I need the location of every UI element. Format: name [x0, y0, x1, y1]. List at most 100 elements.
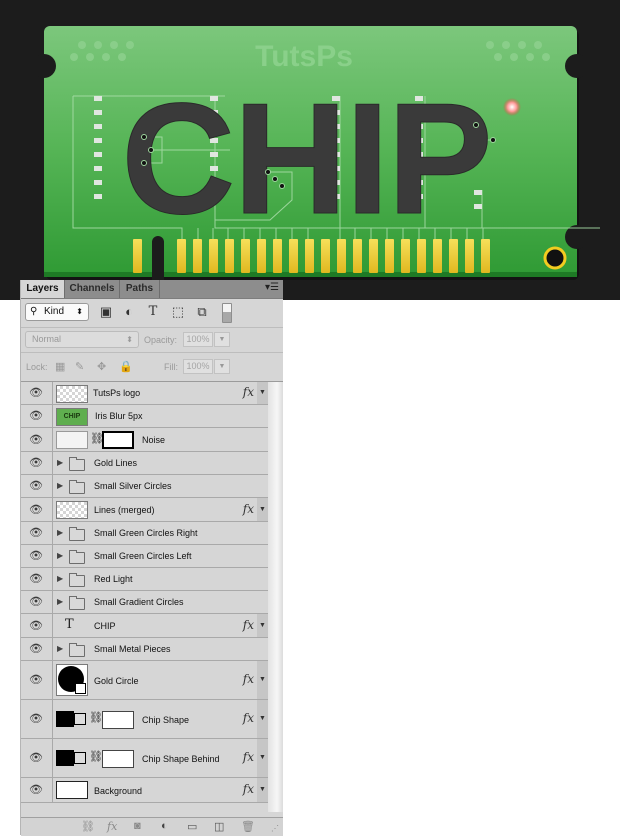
tab-channels[interactable]: Channels — [65, 280, 120, 298]
new-group-icon[interactable]: ▭ — [187, 820, 197, 833]
new-layer-icon[interactable]: ◫ — [214, 820, 224, 833]
pixel-layer-filter-icon[interactable]: ▣ — [98, 304, 114, 320]
add-mask-icon[interactable]: ◙ — [134, 820, 141, 832]
fx-icon[interactable]: fx — [243, 672, 254, 686]
fx-icon[interactable]: fx — [243, 782, 254, 796]
new-adjustment-icon[interactable]: ◐ — [161, 820, 168, 832]
layer-row[interactable]: 👁 ⛓ Chip Shape fx ▼ — [21, 700, 268, 739]
expand-triangle-icon[interactable]: ▶ — [57, 597, 63, 606]
expand-triangle-icon[interactable]: ▶ — [57, 574, 63, 583]
layer-row[interactable]: 👁 ⛓ Noise — [21, 428, 268, 452]
layer-mask-thumbnail[interactable] — [102, 750, 134, 768]
kind-filter-select[interactable]: ⚲ Kind ⬍ — [25, 303, 89, 321]
expand-effects-icon[interactable]: ▼ — [257, 700, 268, 738]
layer-group-row[interactable]: 👁 ▶ Small Green Circles Right — [21, 522, 268, 545]
layer-mask-thumbnail[interactable] — [102, 431, 134, 449]
fx-icon[interactable]: fx — [243, 385, 254, 399]
visibility-eye-icon[interactable]: 👁 — [27, 619, 45, 632]
fx-icon[interactable]: fx — [243, 750, 254, 764]
layer-row[interactable]: 👁 Gold Circle fx ▼ — [21, 661, 268, 700]
opacity-label: Opacity: — [144, 335, 178, 345]
expand-effects-icon[interactable]: ▼ — [257, 382, 268, 404]
stepper-arrows-icon: ⬍ — [126, 335, 133, 344]
expand-effects-icon[interactable]: ▼ — [257, 739, 268, 777]
blend-mode-select[interactable]: Normal ⬍ — [25, 331, 139, 348]
layer-row[interactable]: 👁 CHIP Iris Blur 5px — [21, 405, 268, 428]
layer-name: CHIP — [94, 621, 116, 631]
type-layer-icon: T — [65, 617, 74, 632]
link-icon[interactable]: ⛓ — [89, 711, 103, 724]
fx-icon[interactable]: fx — [243, 711, 254, 725]
expand-triangle-icon[interactable]: ▶ — [57, 528, 63, 537]
notch-right-bottom — [565, 225, 589, 249]
visibility-eye-icon[interactable]: 👁 — [27, 479, 45, 492]
visibility-eye-icon[interactable]: 👁 — [27, 503, 45, 516]
layer-mask-thumbnail[interactable] — [102, 711, 134, 729]
tab-paths[interactable]: Paths — [120, 280, 160, 298]
lock-position-icon[interactable]: ✥ — [97, 360, 106, 373]
expand-triangle-icon[interactable]: ▶ — [57, 481, 63, 490]
layer-group-row[interactable]: 👁 ▶ Small Green Circles Left — [21, 545, 268, 568]
layer-group-row[interactable]: 👁 ▶ Gold Lines — [21, 452, 268, 475]
layer-row[interactable]: 👁 Background fx ▼ — [21, 778, 268, 803]
folder-icon — [69, 480, 85, 494]
shape-layer-filter-icon[interactable]: ⬚ — [170, 304, 186, 320]
fx-icon[interactable]: fx — [243, 502, 254, 516]
layer-group-row[interactable]: 👁 ▶ Red Light — [21, 568, 268, 591]
adjustment-layer-filter-icon[interactable]: ◐ — [121, 304, 137, 320]
visibility-eye-icon[interactable]: 👁 — [27, 456, 45, 469]
visibility-eye-icon[interactable]: 👁 — [27, 595, 45, 608]
visibility-eye-icon[interactable]: 👁 — [27, 433, 45, 446]
fill-field[interactable]: 100% — [183, 359, 213, 374]
type-layer-filter-icon[interactable]: T — [145, 304, 161, 320]
visibility-eye-icon[interactable]: 👁 — [27, 409, 45, 422]
visibility-eye-icon[interactable]: 👁 — [27, 751, 45, 764]
layer-group-row[interactable]: 👁 ▶ Small Gradient Circles — [21, 591, 268, 614]
layer-name: TutsPs logo — [93, 388, 141, 398]
filter-toggle[interactable] — [222, 303, 232, 323]
lock-transparent-icon[interactable]: ▦ — [55, 360, 65, 373]
layer-row[interactable]: 👁 TutsPs logo fx ▼ — [21, 382, 268, 405]
delete-layer-icon[interactable]: 🗑 — [241, 820, 255, 833]
visibility-eye-icon[interactable]: 👁 — [27, 783, 45, 796]
visibility-eye-icon[interactable]: 👁 — [27, 712, 45, 725]
expand-triangle-icon[interactable]: ▶ — [57, 644, 63, 653]
expand-effects-icon[interactable]: ▼ — [257, 498, 268, 521]
visibility-eye-icon[interactable]: 👁 — [27, 673, 45, 686]
folder-icon — [69, 643, 85, 657]
expand-triangle-icon[interactable]: ▶ — [57, 458, 63, 467]
opacity-field[interactable]: 100% — [183, 332, 213, 347]
tab-layers[interactable]: Layers — [21, 280, 65, 298]
visibility-eye-icon[interactable]: 👁 — [27, 572, 45, 585]
visibility-eye-icon[interactable]: 👁 — [27, 642, 45, 655]
fill-label: Fill: — [164, 362, 178, 372]
layer-row[interactable]: 👁 Lines (merged) fx ▼ — [21, 498, 268, 522]
opacity-dropdown[interactable]: ▼ — [214, 332, 230, 347]
expand-triangle-icon[interactable]: ▶ — [57, 551, 63, 560]
visibility-eye-icon[interactable]: 👁 — [27, 526, 45, 539]
lock-image-icon[interactable]: ✎ — [75, 360, 84, 373]
fill-dropdown[interactable]: ▼ — [214, 359, 230, 374]
add-style-icon[interactable]: fx — [107, 820, 117, 833]
layer-row[interactable]: 👁 T CHIP fx ▼ — [21, 614, 268, 638]
link-icon[interactable]: ⛓ — [89, 750, 103, 763]
fx-icon[interactable]: fx — [243, 618, 254, 632]
gold-circle — [543, 246, 567, 270]
layer-group-row[interactable]: 👁 ▶ Small Metal Pieces — [21, 638, 268, 661]
link-layers-icon[interactable]: ⛓ — [81, 820, 95, 833]
visibility-eye-icon[interactable]: 👁 — [27, 549, 45, 562]
visibility-eye-icon[interactable]: 👁 — [27, 386, 45, 399]
panel-menu-icon[interactable]: ▾☰ — [265, 282, 279, 293]
layer-thumbnail — [56, 431, 88, 449]
layer-group-row[interactable]: 👁 ▶ Small Silver Circles — [21, 475, 268, 498]
lock-all-icon[interactable]: 🔒 — [119, 360, 133, 373]
layers-scrollbar[interactable] — [268, 382, 283, 812]
smart-object-filter-icon[interactable]: ⧉ — [194, 304, 210, 320]
expand-effects-icon[interactable]: ▼ — [257, 661, 268, 699]
layer-name: Gold Circle — [94, 676, 139, 686]
expand-effects-icon[interactable]: ▼ — [257, 614, 268, 637]
canvas-artwork: TutsPs CHIP — [0, 0, 620, 300]
expand-effects-icon[interactable]: ▼ — [257, 778, 268, 802]
resize-grip-icon[interactable]: ⋰ — [271, 824, 279, 833]
layer-row[interactable]: 👁 ⛓ Chip Shape Behind fx ▼ — [21, 739, 268, 778]
